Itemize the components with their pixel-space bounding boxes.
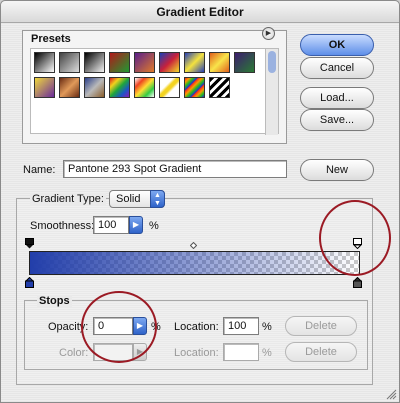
up-down-arrows-icon: ▲ ▼ [150, 190, 165, 208]
preset-swatch-copper[interactable] [59, 77, 80, 98]
color-stop-left[interactable] [25, 277, 34, 288]
preset-swatch-rainbow-stripes[interactable] [184, 77, 205, 98]
save-button[interactable]: Save... [300, 109, 374, 131]
preset-swatch-spectrum[interactable] [109, 77, 130, 98]
color-location-label: Location: [174, 347, 219, 359]
presets-label: Presets [31, 33, 71, 45]
new-button[interactable]: New [300, 159, 374, 181]
name-field[interactable]: Pantone 293 Spot Gradient [63, 160, 287, 178]
scrollbar-thumb[interactable] [268, 51, 276, 73]
gradient-preview-bar[interactable] [29, 251, 360, 275]
opacity-location-label: Location: [174, 321, 219, 333]
gradient-type-value: Solid [116, 193, 141, 205]
color-location-field[interactable] [223, 343, 259, 361]
preset-swatch-black-stripes[interactable] [209, 77, 230, 98]
smoothness-label: Smoothness: [30, 220, 95, 232]
resize-grip-icon[interactable] [385, 388, 397, 400]
color-stop-right[interactable] [353, 277, 362, 288]
preset-swatch-transparent-rainbow[interactable] [134, 77, 155, 98]
preset-swatch-black-white[interactable] [34, 52, 55, 73]
gradient-type-select[interactable]: Solid ▲ ▼ [109, 190, 165, 208]
preset-swatch-violet-green[interactable] [234, 52, 255, 73]
opacity-location-field[interactable]: 100 [223, 317, 259, 335]
preset-swatch-orange-yellow[interactable] [209, 52, 230, 73]
annotation-circle-opacity-field [81, 291, 157, 363]
annotation-circle-opacity-stop [319, 200, 391, 276]
window-title: Gradient Editor [156, 5, 244, 19]
gradient-type-label: Gradient Type: [30, 193, 106, 205]
preset-swatch-red-green[interactable] [109, 52, 130, 73]
presets-swatch-grid [30, 48, 279, 135]
color-delete-button[interactable]: Delete [285, 342, 357, 362]
presets-scrollbar[interactable] [265, 49, 278, 135]
right-arrow-circle-icon[interactable]: ▶ [262, 27, 275, 40]
presets-panel: Presets [22, 30, 287, 144]
color-location-unit: % [262, 347, 272, 359]
opacity-location-unit: % [262, 321, 272, 333]
color-label: Color: [59, 347, 89, 359]
stops-label: Stops [37, 295, 72, 307]
preset-swatch-chrome[interactable] [84, 77, 105, 98]
preset-swatch-checker-fade[interactable] [59, 52, 80, 73]
ok-button[interactable]: OK [300, 34, 374, 56]
smoothness-arrow-icon[interactable]: ▶ [129, 216, 143, 234]
title-bar: Gradient Editor [1, 1, 399, 23]
opacity-delete-button[interactable]: Delete [285, 316, 357, 336]
smoothness-unit: % [149, 220, 159, 232]
preset-swatch-yellow-violet[interactable] [34, 77, 55, 98]
preset-swatch-blue-yellow-blue[interactable] [184, 52, 205, 73]
cancel-button[interactable]: Cancel [300, 57, 374, 79]
name-label: Name: [23, 164, 56, 176]
smoothness-field[interactable]: 100 [93, 216, 129, 234]
preset-swatch-blue-red-yellow[interactable] [159, 52, 180, 73]
preset-swatch-yellow-stripe[interactable] [159, 77, 180, 98]
midpoint-diamond-icon[interactable] [190, 242, 197, 249]
preset-swatch-black-transparent[interactable] [84, 52, 105, 73]
load-button[interactable]: Load... [300, 87, 374, 109]
gradient-editor-window: Gradient Editor Presets ▶ OK Cancel Load… [0, 0, 400, 403]
preset-swatch-violet-orange[interactable] [134, 52, 155, 73]
opacity-stop-left[interactable] [25, 238, 34, 249]
